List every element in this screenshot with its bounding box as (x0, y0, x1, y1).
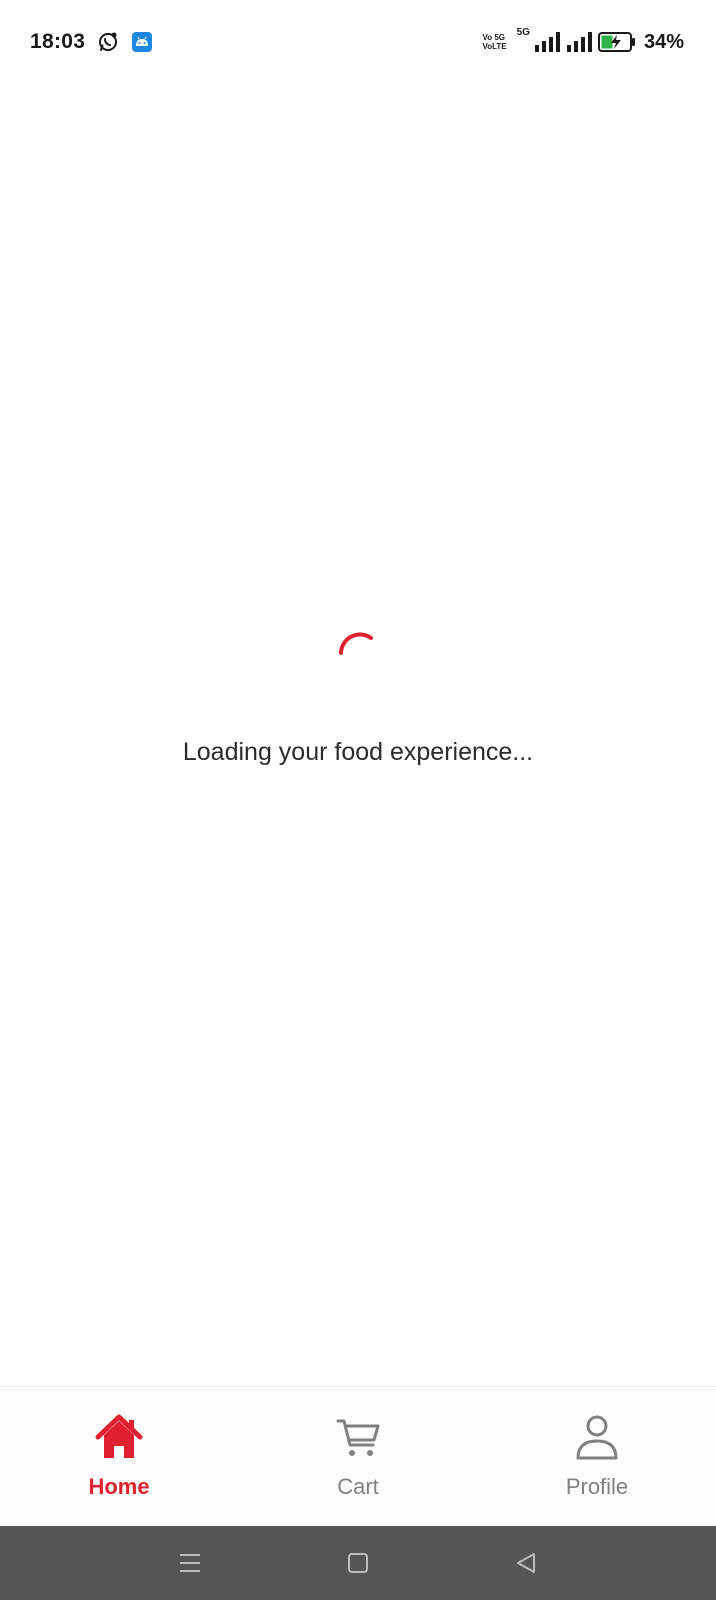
home-icon (94, 1413, 144, 1466)
network-type-label: 5G (516, 26, 530, 38)
back-triangle-icon[interactable] (502, 1539, 550, 1587)
volte-bottom-label: VoLTE (482, 42, 507, 51)
loading-section: Loading your food experience... (0, 620, 716, 767)
volte-top-label: Vo 5G (482, 33, 505, 42)
nav-label-cart: Cart (337, 1474, 379, 1499)
home-square-icon[interactable] (334, 1539, 382, 1587)
battery-percent: 34% (643, 30, 684, 53)
whatsapp-icon (97, 31, 119, 53)
android-debug-icon (131, 31, 153, 53)
status-right: Vo 5G VoLTE 5G 34% (482, 27, 684, 54)
profile-icon (572, 1413, 622, 1466)
battery-charging-icon (597, 31, 636, 53)
loading-message: Loading your food experience... (182, 738, 534, 766)
app-screen: 18:03 Vo 5G VoLTE 5G 34% Loading your fo… (0, 0, 716, 1600)
status-left: 18:03 (30, 30, 153, 54)
status-bar: 18:03 Vo 5G VoLTE 5G 34% (0, 0, 716, 84)
nav-item-profile[interactable]: Profile (478, 1387, 716, 1526)
cart-icon (333, 1413, 383, 1466)
clock: 18:03 (30, 30, 86, 53)
system-nav-bar (0, 1526, 716, 1600)
nav-label-home: Home (88, 1474, 150, 1499)
volte-indicator: Vo 5G VoLTE (482, 33, 506, 51)
loading-spinner-icon (339, 632, 373, 655)
signal-icon-2 (566, 31, 592, 53)
nav-label-profile: Profile (565, 1474, 629, 1499)
nav-item-cart[interactable]: Cart (239, 1387, 477, 1526)
bottom-nav: Home Cart Profile (0, 1386, 716, 1526)
nav-item-home[interactable]: Home (0, 1387, 238, 1526)
signal-icon (534, 31, 560, 53)
menu-icon[interactable] (166, 1539, 214, 1587)
